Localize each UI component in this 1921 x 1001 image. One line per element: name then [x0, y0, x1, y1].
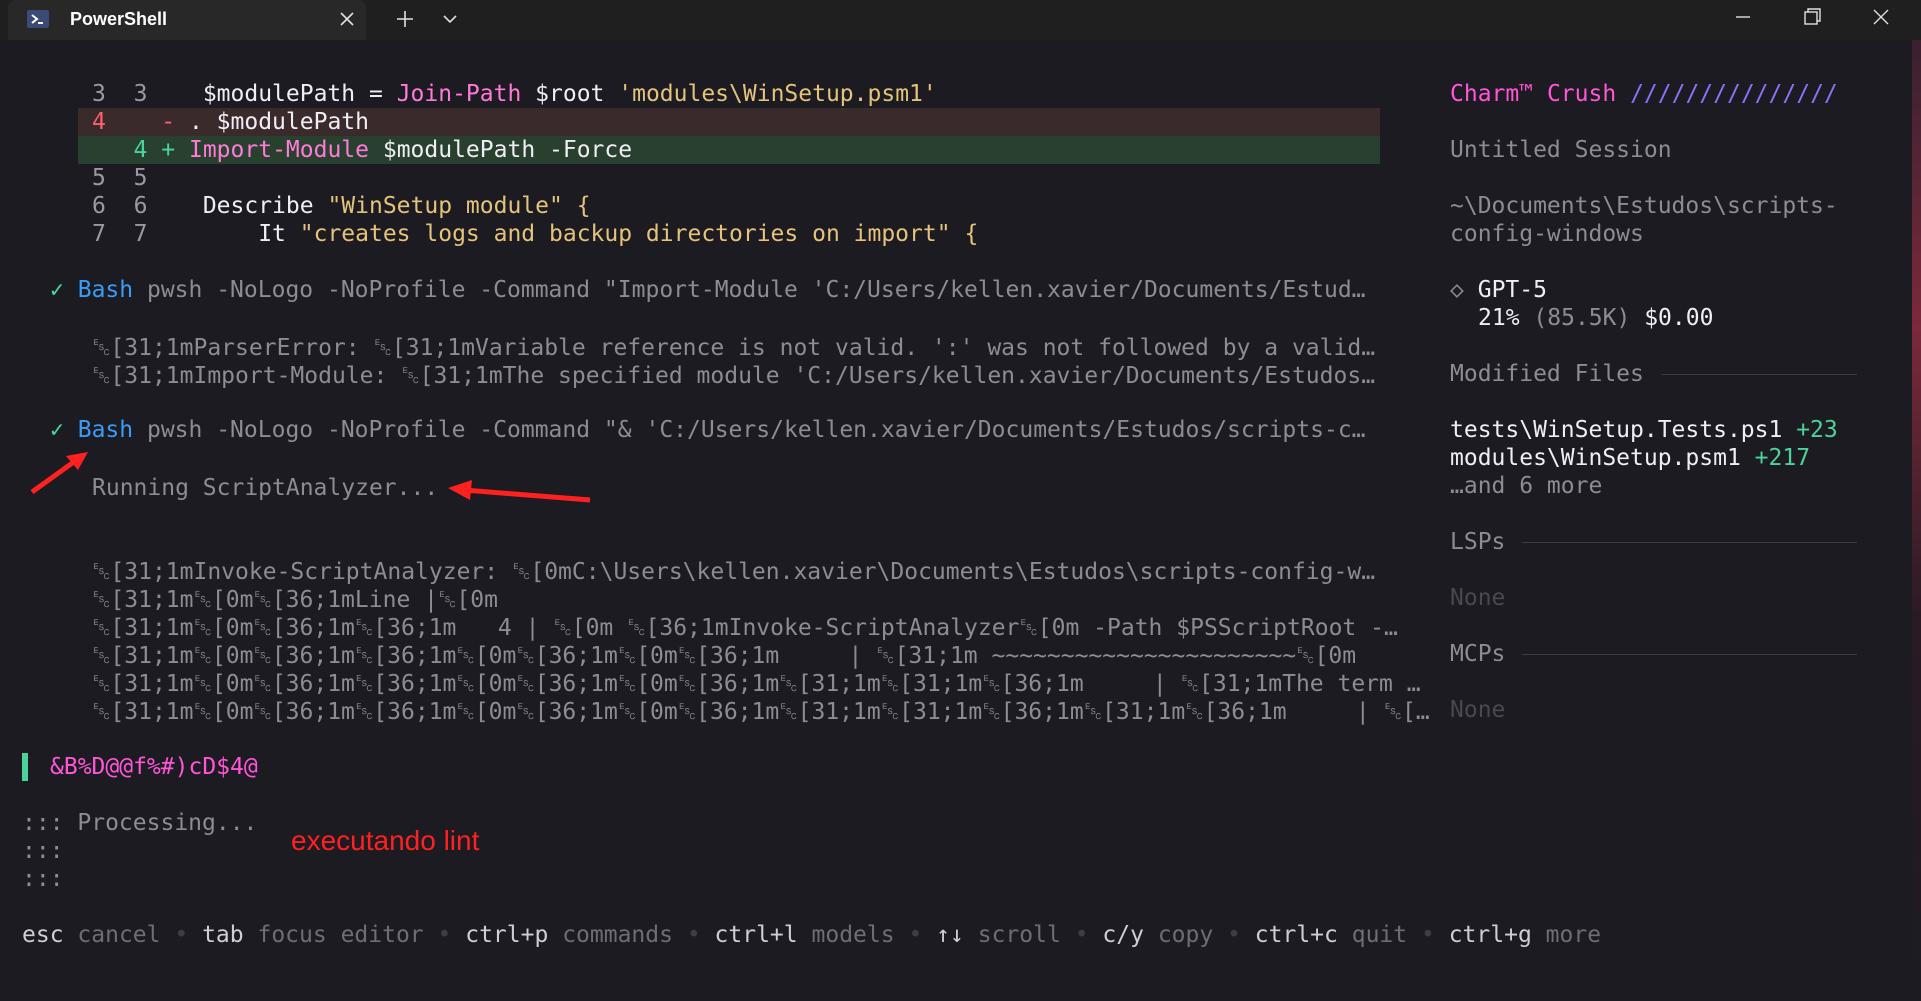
- brand-logo: Charm™ Crush ///////////////: [1450, 81, 1838, 107]
- input-focus-bar: [22, 753, 28, 781]
- output-line: ␛[31;1mInvoke-ScriptAnalyzer: ␛[0mC:\Use…: [92, 559, 1376, 585]
- tool-call-header[interactable]: ✓ Bash pwsh -NoLogo -NoProfile -Command …: [50, 416, 1366, 444]
- diff-row: 5 5: [92, 165, 148, 191]
- output-line: ␛[31;1m␛[0m␛[36;1m␛[36;1m␛[0m␛[36;1m␛[0m…: [92, 699, 1430, 725]
- close-window-icon[interactable]: [1866, 0, 1896, 36]
- divider: [1662, 374, 1857, 375]
- check-icon: ✓: [50, 277, 64, 303]
- divider: [1522, 654, 1857, 655]
- plus-icon[interactable]: [390, 4, 420, 34]
- red-arrow-annotation-icon: [448, 480, 591, 503]
- processing-line: ::: Processing...: [22, 810, 258, 836]
- model-usage: 21% (85.5K) $0.00: [1478, 305, 1714, 331]
- section-title-lsps: LSPs: [1450, 529, 1506, 555]
- restore-icon[interactable]: [1797, 0, 1827, 36]
- working-directory: ~\Documents\Estudos\scripts-: [1450, 193, 1838, 219]
- diff-row-added: 4 + Import-Module $modulePath -Force: [133, 137, 633, 163]
- section-title-mcps: MCPs: [1450, 641, 1506, 667]
- output-line: ␛[31;1mImport-Module: ␛[31;1mThe specifi…: [92, 363, 1376, 389]
- close-tab-icon[interactable]: [334, 6, 360, 32]
- minimize-icon[interactable]: [1728, 0, 1758, 36]
- output-line: ␛[31;1m␛[0m␛[36;1m␛[36;1m␛[0m␛[36;1m␛[0m…: [92, 643, 1357, 669]
- annotation-text: executando lint: [291, 825, 480, 856]
- diff-row: 6 6 Describe "WinSetup module" {: [92, 193, 591, 219]
- window-edge: [1912, 40, 1921, 1001]
- processing-line: :::: [22, 838, 64, 864]
- diff-row: 3 3 $modulePath = Join-Path $root 'modul…: [92, 81, 937, 107]
- help-bar: esc cancel • tab focus editor • ctrl+p c…: [22, 922, 1602, 948]
- more-files: …and 6 more: [1450, 473, 1603, 499]
- input-text[interactable]: &B%D@@f%#)cD$4@: [50, 753, 258, 781]
- processing-line: :::: [22, 866, 64, 892]
- output-line: ␛[31;1m␛[0m␛[36;1mLine |␛[0m: [92, 587, 498, 613]
- model-name: ◇ GPT-5: [1450, 277, 1547, 303]
- tab-title: PowerShell: [70, 9, 168, 29]
- output-line: ␛[31;1mParserError: ␛[31;1mVariable refe…: [92, 335, 1376, 361]
- output-line: Running ScriptAnalyzer...: [92, 475, 439, 501]
- divider: [1522, 542, 1857, 543]
- diff-row: 7 7 It "creates logs and backup director…: [92, 221, 979, 247]
- powershell-icon: [27, 10, 49, 28]
- session-title: Untitled Session: [1450, 137, 1672, 163]
- tool-call-header[interactable]: ✓ Bash pwsh -NoLogo -NoProfile -Command …: [50, 276, 1366, 304]
- output-line: ␛[31;1m␛[0m␛[36;1m␛[36;1m␛[0m␛[36;1m␛[0m…: [92, 671, 1421, 697]
- tab-powershell[interactable]: PowerShell: [8, 0, 366, 40]
- working-directory: config-windows: [1450, 221, 1644, 247]
- red-arrow-annotation-icon: [30, 452, 88, 495]
- terminal-content: 3 3 $modulePath = Join-Path $root 'modul…: [0, 40, 1921, 1001]
- section-title-modified-files: Modified Files: [1450, 361, 1644, 387]
- modified-file[interactable]: tests\WinSetup.Tests.ps1 +23: [1450, 416, 1838, 444]
- diamond-icon: ◇: [1450, 277, 1464, 303]
- mcps-value: None: [1450, 697, 1506, 723]
- chevron-down-icon[interactable]: [436, 4, 464, 34]
- modified-file[interactable]: modules\WinSetup.psm1 +217: [1450, 444, 1810, 472]
- lsps-value: None: [1450, 585, 1506, 611]
- diff-row-removed: 4 - . $modulePath: [92, 109, 369, 135]
- output-line: ␛[31;1m␛[0m␛[36;1m␛[36;1m 4 | ␛[0m ␛[36;…: [92, 615, 1398, 641]
- title-bar: PowerShell: [0, 0, 1921, 40]
